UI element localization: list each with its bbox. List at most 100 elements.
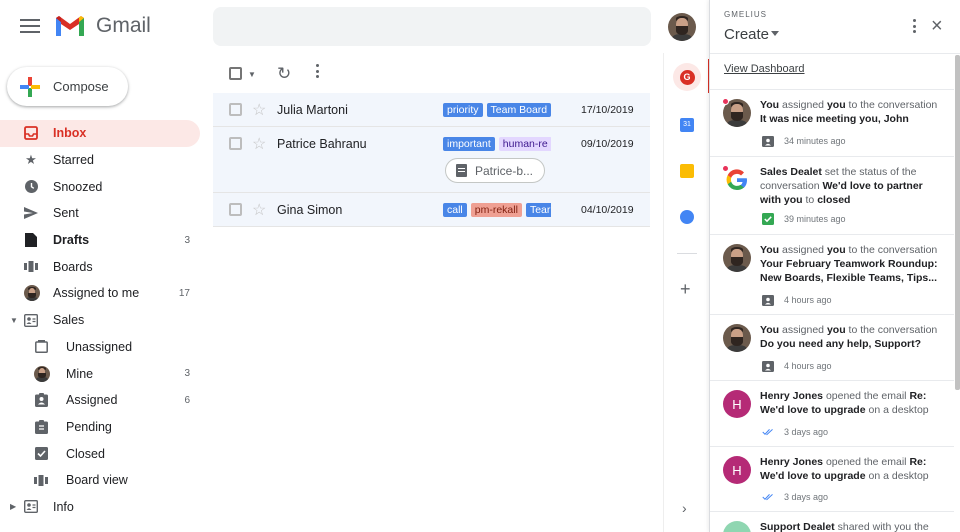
sidebar-item-label: Starred bbox=[53, 153, 94, 168]
sidebar-item-label: Boards bbox=[53, 259, 93, 274]
star-icon[interactable]: ☆ bbox=[252, 200, 266, 220]
calendar-icon[interactable]: 31 bbox=[680, 118, 694, 132]
board-icon bbox=[24, 260, 38, 274]
activity-item[interactable]: H Henry Jones opened the email Re: We'd … bbox=[710, 380, 954, 446]
label-chip[interactable]: pm-rekall bbox=[470, 203, 522, 217]
sidebar-item-assigned-to-me[interactable]: Assigned to me 17 bbox=[0, 280, 210, 307]
activity-time: 39 minutes ago bbox=[784, 214, 846, 224]
sidebar-item-starred[interactable]: ★ Starred bbox=[0, 147, 210, 174]
gmail-app: Gmail Compose Inbox ★ Starred Snoozed Se… bbox=[0, 0, 960, 532]
activity-time: 3 days ago bbox=[784, 492, 829, 502]
activity-time: 4 hours ago bbox=[784, 295, 832, 305]
sidebar-item-drafts[interactable]: Drafts 3 bbox=[0, 227, 210, 254]
search-bar[interactable] bbox=[213, 7, 651, 46]
label-chip[interactable]: Tear bbox=[525, 203, 551, 217]
row-checkbox[interactable] bbox=[229, 103, 242, 116]
select-menu-chevron-down-icon[interactable]: ▼ bbox=[248, 70, 256, 79]
sidebar-item-label: Assigned bbox=[66, 393, 118, 408]
double-check-icon bbox=[762, 426, 774, 438]
email-date: 04/10/2019 bbox=[581, 204, 634, 216]
pending-icon bbox=[34, 419, 48, 434]
avatar-icon bbox=[24, 285, 40, 302]
account-avatar[interactable] bbox=[668, 13, 696, 41]
tasks-icon[interactable] bbox=[680, 210, 694, 224]
sidebar-item-board-view[interactable]: Board view bbox=[0, 467, 210, 494]
star-icon[interactable]: ☆ bbox=[252, 134, 266, 154]
add-addon-icon[interactable]: + bbox=[680, 279, 691, 300]
sidebar-item-assigned[interactable]: Assigned 6 bbox=[0, 387, 210, 414]
sidebar-item-label: Closed bbox=[66, 446, 105, 461]
row-checkbox[interactable] bbox=[229, 137, 242, 150]
refresh-icon[interactable]: ↻ bbox=[277, 64, 291, 84]
assign-icon bbox=[762, 135, 774, 147]
compose-button[interactable]: Compose bbox=[7, 67, 128, 106]
activity-item[interactable]: Sales Dealet set the status of the conve… bbox=[710, 156, 954, 234]
clock-icon bbox=[24, 180, 38, 194]
avatar bbox=[723, 521, 751, 532]
sidebar-item-unassigned[interactable]: Unassigned bbox=[0, 334, 210, 361]
activity-meta: 4 hours ago bbox=[762, 294, 832, 306]
empty-box-icon bbox=[34, 340, 48, 354]
chevron-right-icon[interactable]: › bbox=[682, 500, 687, 516]
close-icon[interactable]: × bbox=[931, 16, 943, 36]
rail-divider bbox=[677, 253, 697, 254]
sidebar-item-label: Sales bbox=[53, 313, 85, 328]
activity-item[interactable]: Support Dealet shared with you the bbox=[710, 511, 954, 532]
expand-caret-icon[interactable]: ▼ bbox=[10, 316, 18, 325]
sidebar-item-sent[interactable]: Sent bbox=[0, 200, 210, 227]
label-chip[interactable]: Team Board bbox=[486, 103, 551, 117]
activity-item[interactable]: You assigned you to the conversation Do … bbox=[710, 314, 954, 380]
gmail-logo[interactable]: Gmail bbox=[54, 14, 151, 38]
sidebar-nav: Inbox ★ Starred Snoozed Sent Drafts 3 Bo… bbox=[0, 120, 210, 520]
compose-label: Compose bbox=[53, 79, 109, 94]
attachment-chip[interactable]: Patrice-b... bbox=[445, 158, 545, 183]
sidebar-item-count: 3 bbox=[184, 234, 190, 246]
activity-meta: 34 minutes ago bbox=[762, 135, 846, 147]
label-chip[interactable]: call bbox=[443, 203, 467, 217]
sidebar-item-sales[interactable]: ▼ Sales bbox=[0, 307, 210, 334]
send-icon bbox=[24, 206, 38, 220]
sidebar-item-label: Board view bbox=[66, 473, 128, 488]
main-menu-icon[interactable] bbox=[18, 16, 42, 36]
label-chip[interactable]: important bbox=[443, 137, 495, 151]
select-all-checkbox[interactable] bbox=[229, 67, 242, 80]
sidebar-item-snoozed[interactable]: Snoozed bbox=[0, 173, 210, 200]
email-row[interactable]: ☆ Julia Martoni priority Team Board 17/1… bbox=[213, 93, 650, 127]
gmelius-icon[interactable]: G bbox=[673, 63, 701, 91]
expand-caret-icon[interactable]: ▶ bbox=[10, 502, 16, 511]
email-sender: Julia Martoni bbox=[277, 103, 348, 117]
sidebar-item-label: Sent bbox=[53, 206, 79, 221]
document-icon bbox=[456, 164, 467, 177]
email-date: 09/10/2019 bbox=[581, 138, 634, 150]
shared-inbox-icon bbox=[24, 313, 38, 327]
sidebar-item-info[interactable]: ▶ Info bbox=[0, 494, 210, 521]
label-chip[interactable]: priority bbox=[443, 103, 483, 117]
shared-inbox-icon bbox=[24, 500, 38, 514]
email-row[interactable]: ☆ Gina Simon call pm-rekall Tear 04/10/2… bbox=[213, 193, 650, 227]
unread-dot bbox=[722, 98, 729, 105]
activity-item[interactable]: You assigned you to the conversation You… bbox=[710, 234, 954, 314]
avatar: H bbox=[723, 390, 751, 418]
sidebar-item-inbox[interactable]: Inbox bbox=[0, 120, 200, 147]
email-sender: Patrice Bahranu bbox=[277, 137, 367, 151]
sidebar-item-label: Inbox bbox=[53, 126, 87, 141]
star-icon[interactable]: ☆ bbox=[252, 100, 266, 120]
closed-status-icon bbox=[762, 213, 774, 225]
chevron-down-icon[interactable] bbox=[771, 31, 779, 36]
activity-item[interactable]: You assigned you to the conversation It … bbox=[710, 89, 954, 156]
row-checkbox[interactable] bbox=[229, 203, 242, 216]
view-dashboard-link[interactable]: View Dashboard bbox=[724, 63, 805, 75]
sidebar-item-pending[interactable]: Pending bbox=[0, 414, 210, 441]
sidebar-item-closed[interactable]: Closed bbox=[0, 440, 210, 467]
scrollbar[interactable] bbox=[955, 55, 960, 390]
sidebar-item-mine[interactable]: Mine 3 bbox=[0, 360, 210, 387]
more-options-icon[interactable] bbox=[913, 19, 916, 36]
label-chip[interactable]: human-re bbox=[498, 137, 551, 151]
activity-item[interactable]: H Henry Jones opened the email Re: We'd … bbox=[710, 446, 954, 511]
email-row[interactable]: ☆ Patrice Bahranu important human-re 09/… bbox=[213, 127, 650, 193]
more-options-icon[interactable] bbox=[316, 64, 320, 81]
sidebar-item-label: Drafts bbox=[53, 233, 90, 248]
keep-icon[interactable] bbox=[680, 164, 694, 178]
sidebar-item-boards[interactable]: Boards bbox=[0, 253, 210, 280]
create-menu[interactable]: Create bbox=[724, 26, 769, 43]
